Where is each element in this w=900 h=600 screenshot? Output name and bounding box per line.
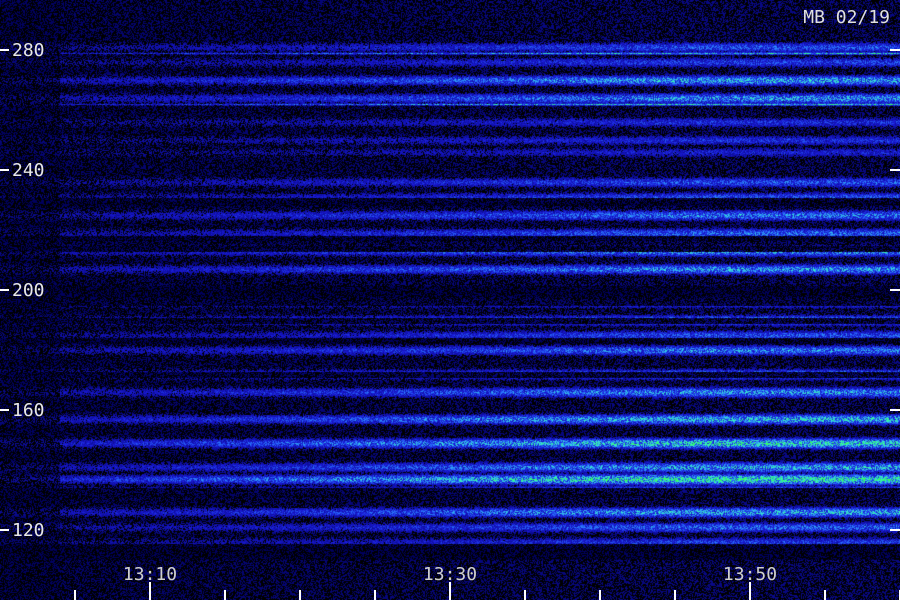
x-tick-label: 13:50	[723, 564, 777, 585]
y-axis: 280 240 200 160 120	[0, 40, 900, 541]
chart-overlay: MB 02/19 280 240 200 160 120 13:10 13:30 13:50	[0, 7, 900, 600]
y-tick-label: 280	[12, 40, 45, 61]
y-tick-label: 120	[12, 520, 45, 541]
x-tick-label: 13:30	[423, 564, 477, 585]
x-axis: 13:10 13:30 13:50	[74, 564, 900, 600]
y-tick-label: 240	[12, 160, 45, 181]
x-tick-label: 13:10	[123, 564, 177, 585]
station-date-annotation: MB 02/19	[803, 7, 890, 28]
y-tick-label: 200	[12, 280, 45, 301]
y-tick-label: 160	[12, 400, 45, 421]
